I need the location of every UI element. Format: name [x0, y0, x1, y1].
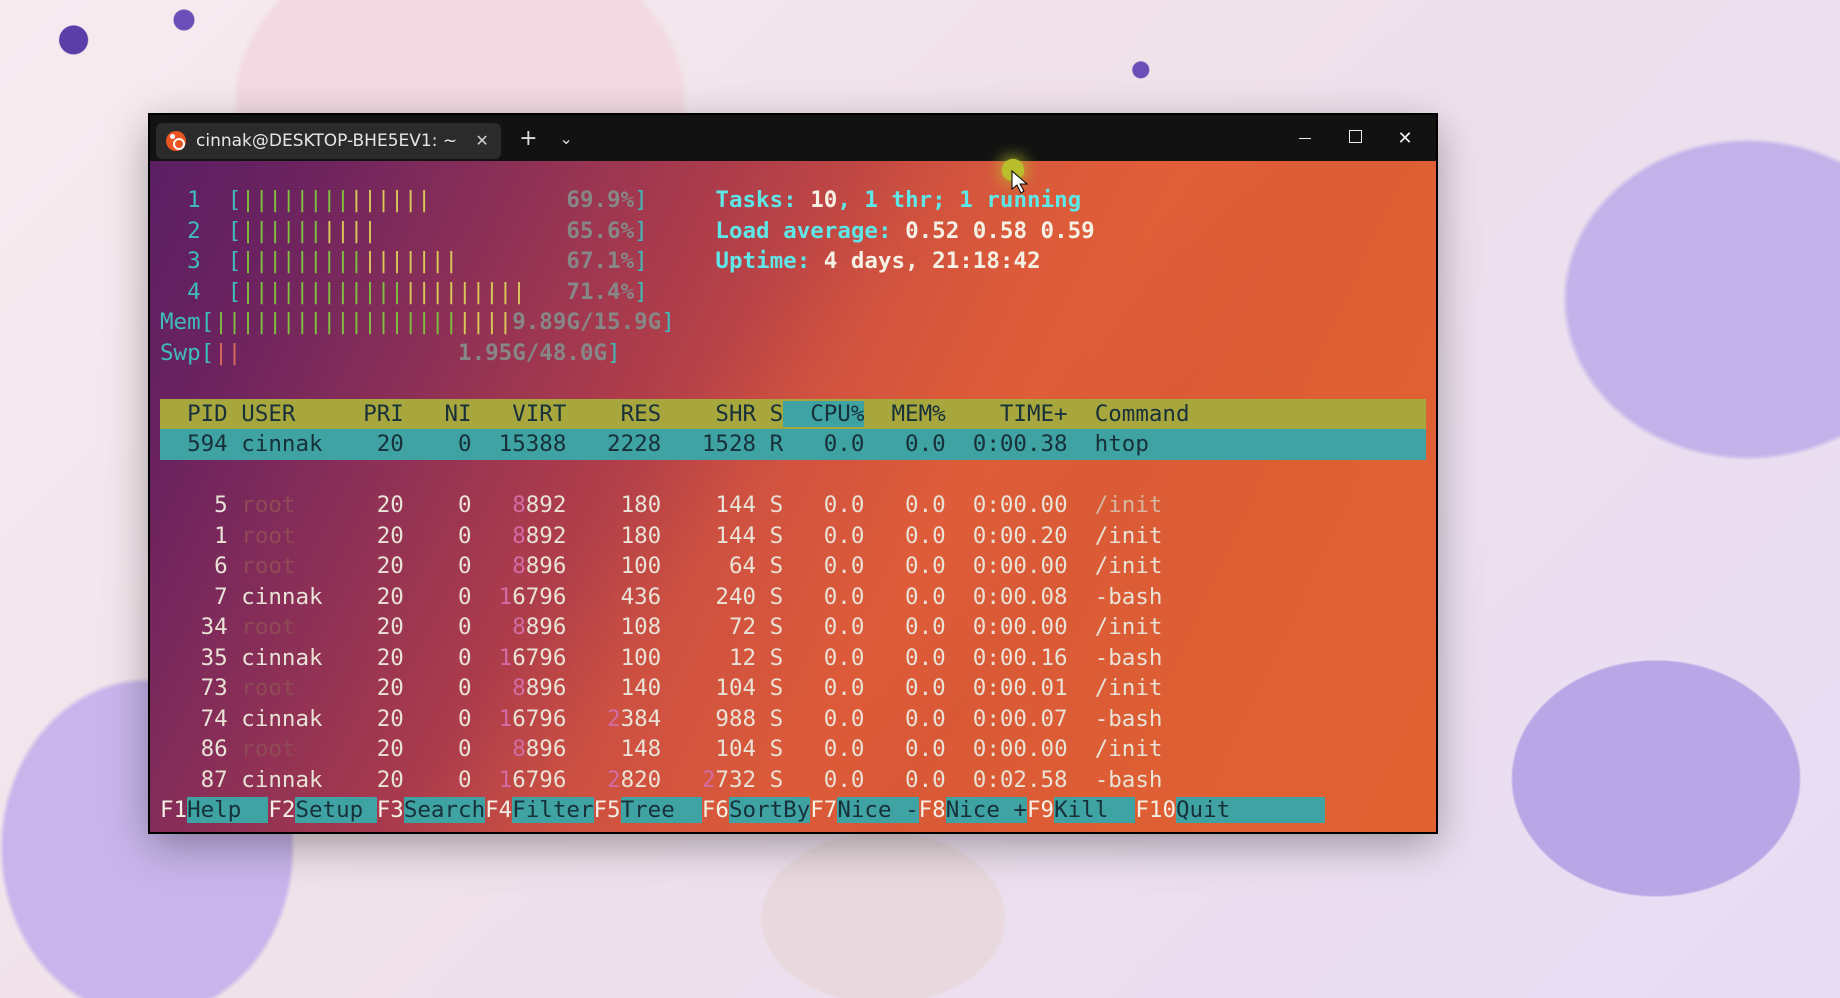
maximize-button[interactable]	[1330, 130, 1380, 147]
cpu-meter-1: 1 [|||||||||||||| 69.9%] Tasks: 10, 1 th…	[160, 187, 1081, 213]
process-row[interactable]: 74 cinnak 20 0 16796 2384 988 S 0.0 0.0 …	[160, 706, 1162, 732]
cpu-meter-3: 3 [|||||||||||||||| 67.1%] Uptime: 4 day…	[160, 248, 1041, 274]
tab-terminal[interactable]: cinnak@DESKTOP-BHE5EV1: ~ ✕	[156, 123, 501, 159]
tab-dropdown-icon[interactable]: ⌄	[560, 129, 573, 148]
close-window-button[interactable]: ✕	[1380, 128, 1430, 149]
process-row[interactable]: 7 cinnak 20 0 16796 436 240 S 0.0 0.0 0:…	[160, 584, 1162, 610]
process-row[interactable]: 35 cinnak 20 0 16796 100 12 S 0.0 0.0 0:…	[160, 645, 1162, 671]
cpu-meter-4: 4 [||||||||||||||||||||| 71.4%]	[160, 279, 648, 305]
minimize-button[interactable]	[1280, 130, 1330, 146]
close-tab-icon[interactable]: ✕	[475, 133, 489, 149]
process-row[interactable]: 73 root 20 0 8896 140 104 S 0.0 0.0 0:00…	[160, 675, 1162, 701]
mem-meter: Mem[||||||||||||||||||||||9.89G/15.9G]	[160, 309, 675, 335]
process-row[interactable]: 6 root 20 0 8896 100 64 S 0.0 0.0 0:00.0…	[160, 553, 1162, 579]
titlebar[interactable]: cinnak@DESKTOP-BHE5EV1: ~ ✕ + ⌄ ✕	[150, 115, 1436, 161]
new-tab-button[interactable]: +	[519, 126, 537, 151]
function-key-bar[interactable]: F1Help F2Setup F3SearchF4FilterF5Tree F6…	[160, 797, 1325, 823]
cpu-meter-2: 2 [|||||||||| 65.6%] Load average: 0.52 …	[160, 218, 1095, 244]
tab-title: cinnak@DESKTOP-BHE5EV1: ~	[196, 131, 457, 151]
process-row[interactable]: 34 root 20 0 8896 108 72 S 0.0 0.0 0:00.…	[160, 614, 1162, 640]
terminal-window: cinnak@DESKTOP-BHE5EV1: ~ ✕ + ⌄ ✕ 1 [|||…	[150, 115, 1436, 832]
ubuntu-icon	[166, 131, 186, 151]
process-row[interactable]: 86 root 20 0 8896 148 104 S 0.0 0.0 0:00…	[160, 736, 1162, 762]
swap-meter: Swp[|| 1.95G/48.0G]	[160, 340, 621, 366]
process-row[interactable]: 1 root 20 0 8892 180 144 S 0.0 0.0 0:00.…	[160, 523, 1162, 549]
terminal-body[interactable]: 1 [|||||||||||||| 69.9%] Tasks: 10, 1 th…	[150, 161, 1436, 832]
process-row[interactable]: 87 cinnak 20 0 16796 2820 2732 S 0.0 0.0…	[160, 767, 1162, 793]
process-header-row: PID USER PRI NI VIRT RES SHR S CPU% MEM%…	[160, 399, 1426, 430]
process-row[interactable]: 594 cinnak 20 0 15388 2228 1528 R 0.0 0.…	[160, 429, 1426, 460]
process-row[interactable]: 5 root 20 0 8892 180 144 S 0.0 0.0 0:00.…	[160, 492, 1162, 518]
